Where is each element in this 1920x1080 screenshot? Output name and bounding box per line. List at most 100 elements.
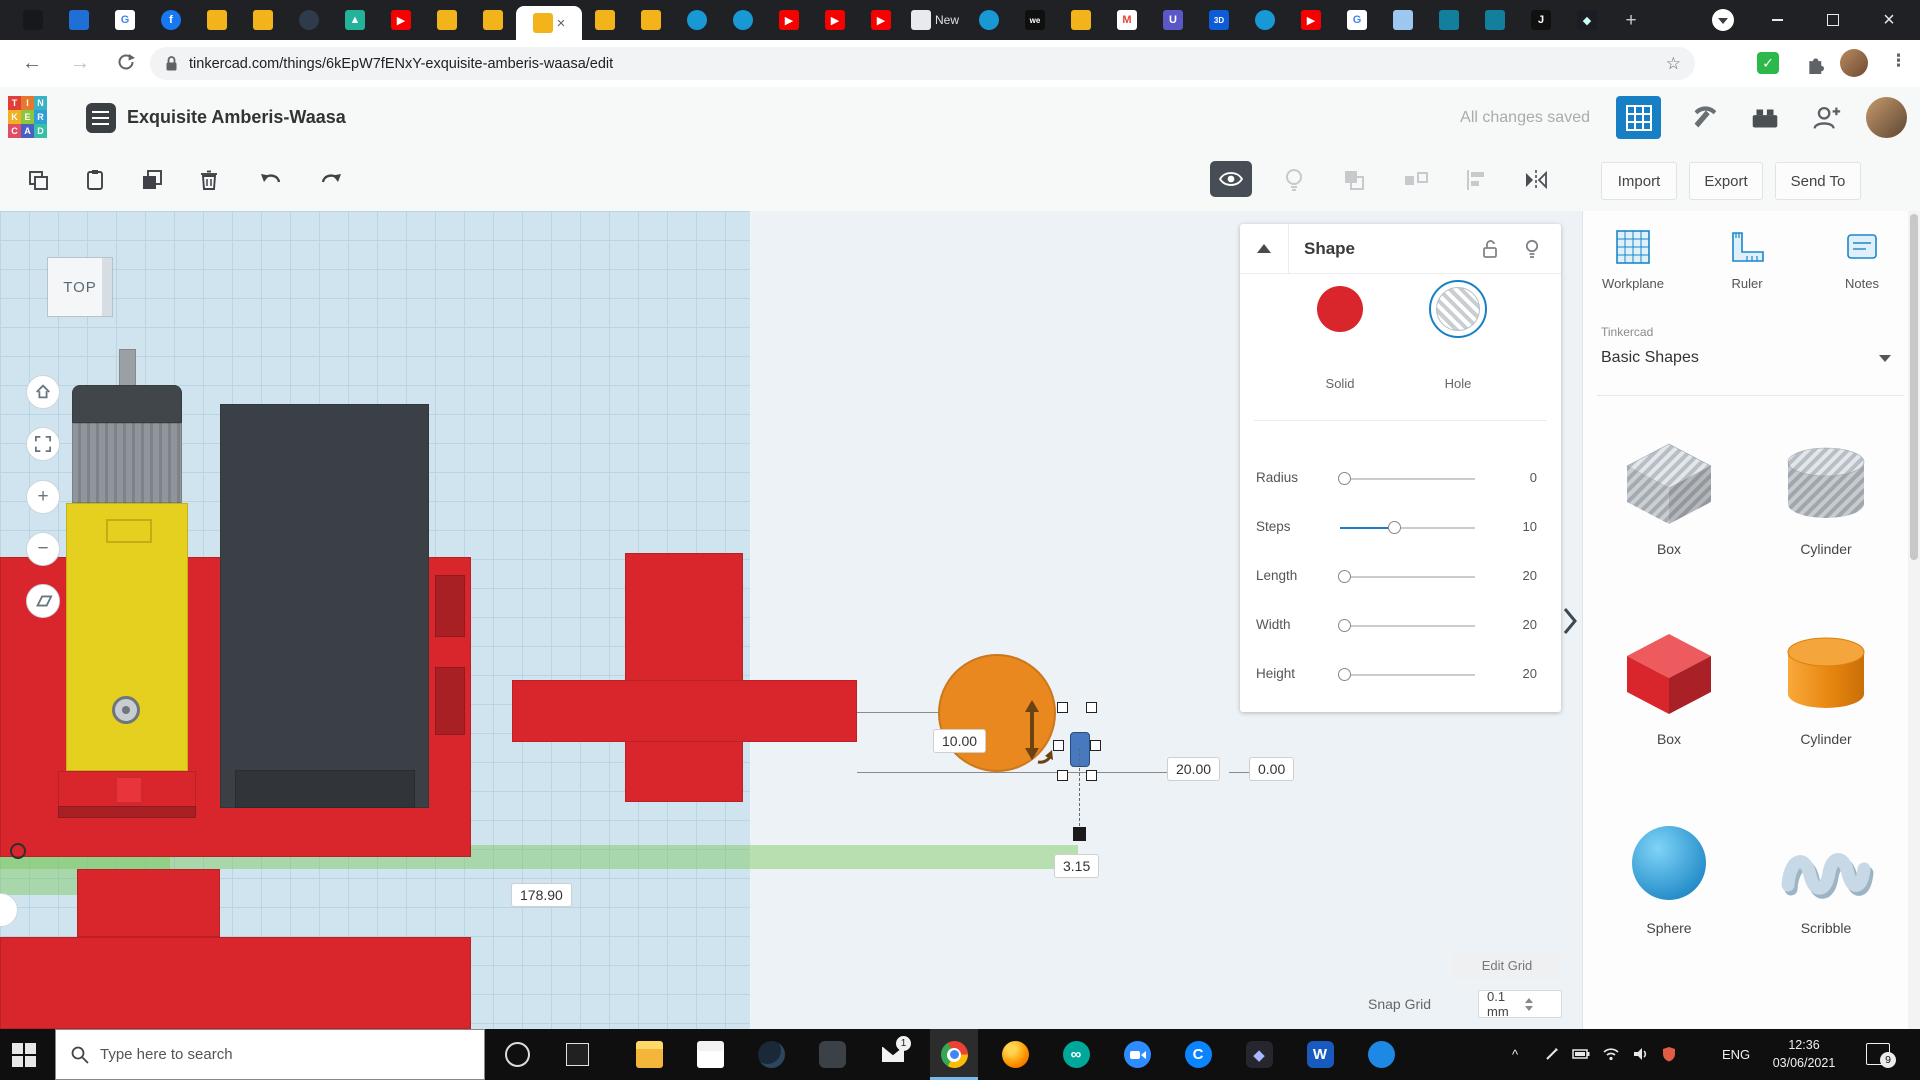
browser-tab[interactable]: ▶	[378, 0, 424, 40]
browser-tab[interactable]	[582, 0, 628, 40]
taskbar-search[interactable]: Type here to search	[55, 1029, 485, 1080]
browser-tab[interactable]	[10, 0, 56, 40]
design-title[interactable]: Exquisite Amberis-Waasa	[127, 87, 346, 148]
red-cross-horizontal[interactable]	[512, 680, 857, 742]
shape-sphere[interactable]: Sphere	[1594, 815, 1744, 980]
browser-tab[interactable]: ◆	[1564, 0, 1610, 40]
view-cube[interactable]: TOP	[47, 257, 113, 317]
show-all-button[interactable]	[1210, 161, 1252, 197]
tinkercad-logo[interactable]: TINKERCAD	[8, 96, 47, 138]
browser-tab[interactable]	[286, 0, 332, 40]
delete-button[interactable]	[195, 166, 223, 194]
browser-tab[interactable]: ▶	[812, 0, 858, 40]
width-slider[interactable]	[1340, 625, 1475, 627]
copy-button[interactable]	[24, 166, 52, 194]
back-button[interactable]: ←	[22, 52, 42, 74]
tray-expand-caret[interactable]: ^	[1512, 1029, 1518, 1080]
browser-tab[interactable]	[240, 0, 286, 40]
browser-tab[interactable]	[1242, 0, 1288, 40]
length-slider[interactable]	[1340, 576, 1475, 578]
browser-tab[interactable]	[1380, 0, 1426, 40]
shape-box-solid[interactable]: Box	[1594, 626, 1744, 791]
network-icon[interactable]	[1602, 1046, 1620, 1062]
dimension-label[interactable]: 178.90	[512, 884, 571, 906]
browser-tab[interactable]: G	[1334, 0, 1380, 40]
dimension-label[interactable]: 0.00	[1250, 758, 1293, 780]
browser-tab[interactable]	[1426, 0, 1472, 40]
taskbar-icon-file-explorer[interactable]	[625, 1029, 673, 1080]
language-indicator[interactable]: ENG	[1722, 1029, 1750, 1080]
taskbar-icon-mail[interactable]: 1	[869, 1029, 917, 1080]
mirror-button[interactable]	[1522, 166, 1550, 194]
dimension-label[interactable]: 20.00	[1168, 758, 1219, 780]
selection-handle[interactable]	[1086, 702, 1097, 713]
forward-button[interactable]: →	[70, 52, 90, 74]
taskbar-icon-zoom[interactable]	[1113, 1029, 1161, 1080]
browser-tab[interactable]: J	[1518, 0, 1564, 40]
shape-cylinder-hole[interactable]: Cylinder	[1751, 436, 1901, 601]
paste-button[interactable]	[81, 166, 109, 194]
browser-tab[interactable]	[1472, 0, 1518, 40]
sidebar-collapse-chevron[interactable]	[1562, 606, 1578, 636]
perspective-toggle-button[interactable]	[26, 584, 60, 618]
url-omnibox[interactable]: tinkercad.com/things/6kEpW7fENxY-exquisi…	[150, 47, 1695, 80]
browser-tab[interactable]	[720, 0, 766, 40]
red-shape-tab[interactable]	[77, 869, 220, 937]
red-cross-vertical[interactable]	[625, 553, 743, 802]
browser-tab[interactable]	[470, 0, 516, 40]
taskbar-icon-firefox[interactable]	[991, 1029, 1039, 1080]
shape-cylinder-solid[interactable]: Cylinder	[1751, 626, 1901, 791]
selection-handle[interactable]	[1090, 740, 1101, 751]
refresh-button[interactable]	[116, 52, 136, 77]
design-menu-button[interactable]	[86, 103, 116, 133]
radius-slider[interactable]	[1340, 478, 1475, 480]
invite-collaborator-button[interactable]	[1806, 99, 1846, 137]
browser-tab[interactable]	[1058, 0, 1104, 40]
dimension-label[interactable]: 3.15	[1055, 855, 1098, 877]
pen-icon[interactable]	[1544, 1046, 1560, 1062]
browser-tab[interactable]: f	[148, 0, 194, 40]
taskbar-clock[interactable]: 12:36 03/06/2021	[1756, 1036, 1852, 1072]
dimension-label[interactable]: 10.00	[934, 730, 985, 752]
solid-swatch[interactable]	[1317, 286, 1363, 332]
snap-grid-stepper[interactable]	[1525, 998, 1555, 1011]
height-slider-knob[interactable]	[1338, 668, 1351, 681]
taskbar-icon-edge-beta[interactable]	[1357, 1029, 1405, 1080]
maximize-button[interactable]	[1808, 0, 1858, 40]
browser-tab[interactable]: ▶	[1288, 0, 1334, 40]
minecraft-export-button[interactable]	[1684, 99, 1724, 137]
group-button[interactable]	[1340, 166, 1368, 194]
redo-button[interactable]	[316, 166, 344, 194]
browser-tab[interactable]	[424, 0, 470, 40]
battery-icon[interactable]	[1572, 1046, 1590, 1062]
workplane-tool[interactable]: Workplane	[1583, 229, 1683, 291]
taskbar-icon-wallpaper-engine[interactable]: ∞	[1052, 1029, 1100, 1080]
view-blocks-button[interactable]	[1616, 96, 1661, 139]
dark-box-shape[interactable]	[220, 404, 429, 808]
length-slider-knob[interactable]	[1338, 570, 1351, 583]
selection-handle[interactable]	[1057, 702, 1068, 713]
send-to-button[interactable]: Send To	[1775, 162, 1861, 200]
selection-handle[interactable]	[1053, 740, 1064, 751]
minimize-button[interactable]	[1752, 0, 1802, 40]
volume-icon[interactable]	[1632, 1046, 1650, 1062]
browser-tab[interactable]: G	[102, 0, 148, 40]
export-button[interactable]: Export	[1689, 162, 1763, 200]
light-toggle-button[interactable]	[1280, 166, 1308, 194]
user-avatar[interactable]	[1866, 97, 1907, 138]
browser-tab[interactable]: U	[1150, 0, 1196, 40]
duplicate-button[interactable]	[138, 166, 166, 194]
close-button[interactable]: ×	[1864, 0, 1914, 40]
browser-tab-active[interactable]: ×	[516, 6, 582, 40]
library-dropdown[interactable]: Basic Shapes	[1601, 343, 1891, 373]
scrollbar-thumb[interactable]	[1910, 214, 1918, 560]
cortana-button[interactable]	[505, 1042, 530, 1067]
browser-tab[interactable]: New	[904, 0, 966, 40]
extensions-puzzle-icon[interactable]	[1802, 52, 1824, 79]
tab-search-button[interactable]	[1712, 9, 1734, 31]
home-view-button[interactable]	[26, 375, 60, 409]
task-view-button[interactable]	[566, 1043, 589, 1066]
start-button[interactable]	[12, 1043, 36, 1067]
extension-check-icon[interactable]: ✓	[1757, 52, 1779, 74]
taskbar-icon-steam[interactable]	[747, 1029, 795, 1080]
